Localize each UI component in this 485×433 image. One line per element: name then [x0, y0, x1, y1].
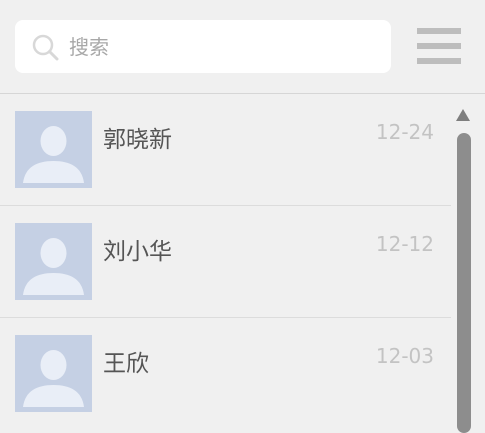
contact-date: 12-12 — [375, 232, 434, 256]
search-input[interactable] — [69, 30, 379, 64]
triangle-up-icon — [456, 109, 470, 121]
search-box[interactable] — [15, 20, 391, 73]
contact-item[interactable]: 刘小华 12-12 — [0, 206, 451, 318]
top-bar — [0, 0, 485, 94]
hamburger-menu-icon — [417, 43, 461, 49]
default-avatar-icon — [23, 126, 84, 183]
hamburger-menu-icon — [417, 28, 461, 34]
contact-date: 12-03 — [375, 344, 434, 368]
contact-name: 郭晓新 — [103, 127, 172, 153]
contact-item[interactable]: 王欣 12-03 — [0, 318, 451, 419]
hamburger-menu-icon — [417, 58, 461, 64]
contact-name: 王欣 — [103, 351, 149, 377]
contact-date: 12-24 — [375, 120, 434, 144]
avatar — [15, 335, 92, 412]
contact-name: 刘小华 — [103, 239, 172, 265]
default-avatar-icon — [23, 238, 84, 295]
contact-item[interactable]: 郭晓新 12-24 — [0, 94, 451, 206]
search-icon — [32, 34, 59, 61]
avatar — [15, 223, 92, 300]
menu-button[interactable] — [417, 28, 461, 64]
avatar — [15, 111, 92, 188]
contact-list: 郭晓新 12-24 刘小华 12-12 王欣 12-03 — [0, 94, 451, 419]
scrollbar-thumb[interactable] — [457, 133, 471, 433]
default-avatar-icon — [23, 350, 84, 407]
scroll-up-button[interactable] — [455, 108, 471, 122]
